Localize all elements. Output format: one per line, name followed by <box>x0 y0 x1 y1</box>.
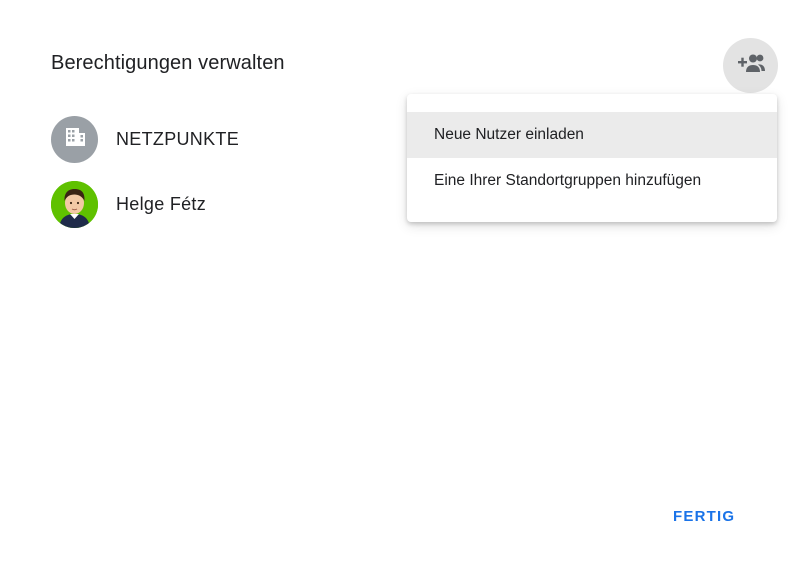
add-people-button[interactable] <box>723 38 778 93</box>
user-avatar <box>51 181 98 228</box>
menu-item-invite-users[interactable]: Neue Nutzer einladen <box>407 112 777 158</box>
menu-item-label: Neue Nutzer einladen <box>434 126 584 143</box>
organization-avatar <box>51 116 98 163</box>
add-options-menu: Neue Nutzer einladen Eine Ihrer Standort… <box>407 94 777 222</box>
building-icon <box>62 124 88 155</box>
menu-item-label: Eine Ihrer Standortgruppen hinzufügen <box>434 172 702 189</box>
member-row-organization[interactable]: NETZPUNKTE <box>51 116 239 163</box>
dialog-title: Berechtigungen verwalten <box>51 52 285 74</box>
done-button[interactable]: FERTIG <box>673 508 735 525</box>
member-name: Helge Fétz <box>116 194 207 214</box>
menu-item-add-location-group[interactable]: Eine Ihrer Standortgruppen hinzufügen <box>407 158 777 204</box>
member-name: NETZPUNKTE <box>116 129 240 149</box>
manage-permissions-dialog: Berechtigungen verwalten NETZPUNKTE Helg… <box>0 0 800 572</box>
member-row-user[interactable]: Helge Fétz <box>51 181 206 228</box>
person-add-icon <box>736 52 766 79</box>
